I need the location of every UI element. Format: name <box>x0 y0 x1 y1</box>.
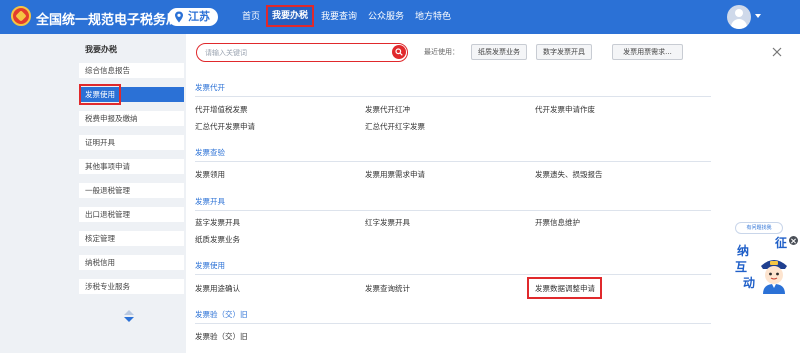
sidebar-item-assessment[interactable]: 核定管理 <box>79 231 184 246</box>
section-divider <box>195 96 711 97</box>
section-divider <box>195 274 711 275</box>
link-highlight-box <box>527 277 602 299</box>
sidebar-title: 我要办税 <box>85 45 117 54</box>
scroll-down-icon[interactable] <box>124 317 134 322</box>
mascot-char-dong: 动 <box>743 276 756 290</box>
section-title-proxy-issue: 发票代开 <box>195 83 225 92</box>
section-divider <box>195 323 711 324</box>
search-button[interactable] <box>392 45 406 59</box>
section-divider <box>195 161 711 162</box>
recent-invoice-demand-button[interactable]: 发票用票需求... <box>612 44 683 60</box>
search-icon <box>395 48 403 56</box>
mascot-bubble[interactable]: 有问题找我 <box>735 222 783 234</box>
link-invoice-query-stats[interactable]: 发票查询统计 <box>365 283 410 294</box>
recent-digital-invoice-button[interactable]: 数字发票开具 <box>536 44 592 60</box>
sidebar-item-tax-refund[interactable]: 一般退税管理 <box>79 183 184 198</box>
tax-emblem-logo <box>11 6 31 26</box>
recent-paper-invoice-button[interactable]: 纸质发票业务 <box>471 44 527 60</box>
close-icon[interactable] <box>772 47 782 57</box>
sidebar: 我要办税 综合信息报告 发票使用 税费申报及缴纳 证明开具 其他事项申请 一般退… <box>0 34 185 353</box>
sidebar-highlight-box <box>79 84 121 105</box>
sidebar-item-info-report[interactable]: 综合信息报告 <box>79 63 184 78</box>
region-selector[interactable]: 江苏 <box>168 8 218 26</box>
sidebar-item-tax-credit[interactable]: 纳税信用 <box>79 255 184 270</box>
sidebar-item-export-refund[interactable]: 出口退税管理 <box>79 207 184 222</box>
nav-local-features[interactable]: 地方特色 <box>415 0 451 34</box>
mascot-close-icon[interactable] <box>789 236 798 245</box>
link-proxy-vat-invoice[interactable]: 代开增值税发票 <box>195 104 248 115</box>
assistant-mascot[interactable]: 有问题找我 征 纳 互 动 <box>735 222 800 297</box>
sidebar-item-certificate[interactable]: 证明开具 <box>79 135 184 150</box>
link-invoice-verify-old[interactable]: 发票验（交）旧 <box>195 331 248 342</box>
link-invoice-loss-report[interactable]: 发票遗失、损毁报告 <box>535 169 603 180</box>
section-title-invoice-issue: 发票开具 <box>195 197 225 206</box>
link-red-invoice-issue[interactable]: 红字发票开具 <box>365 217 410 228</box>
link-invoice-demand[interactable]: 发票用票需求申请 <box>365 169 425 180</box>
link-summary-proxy-red[interactable]: 汇总代开红字发票 <box>365 121 425 132</box>
service-panel: 最近使用： 纸质发票业务 数字发票开具 发票用票需求... 发票代开 代开增值税… <box>186 34 800 353</box>
chevron-down-icon[interactable] <box>755 14 761 18</box>
nav-handle-tax[interactable]: 我要办税 <box>266 5 315 27</box>
mascot-char-zheng: 征 <box>775 236 788 250</box>
search-input[interactable] <box>205 47 385 58</box>
sidebar-item-tax-declaration[interactable]: 税费申报及缴纳 <box>79 111 184 126</box>
sidebar-item-other-requests[interactable]: 其他事项申请 <box>79 159 184 174</box>
link-paper-invoice-business[interactable]: 纸质发票业务 <box>195 234 240 245</box>
sidebar-item-professional-service[interactable]: 涉税专业服务 <box>79 279 184 294</box>
user-avatar-icon[interactable] <box>727 5 751 29</box>
link-blue-invoice-issue[interactable]: 蓝字发票开具 <box>195 217 240 228</box>
scroll-up-icon[interactable] <box>124 310 134 315</box>
mascot-char-hu: 互 <box>735 260 748 274</box>
link-proxy-red-reversal[interactable]: 发票代开红冲 <box>365 104 410 115</box>
mascot-char-na: 纳 <box>737 244 750 258</box>
link-proxy-void-request[interactable]: 代开发票申请作废 <box>535 104 595 115</box>
location-pin-icon <box>175 11 183 23</box>
section-divider <box>195 210 711 211</box>
nav-public-service[interactable]: 公众服务 <box>368 0 404 34</box>
top-header: 全国统一规范电子税务局 江苏 首页 我要办税 我要查询 公众服务 地方特色 <box>0 0 800 34</box>
link-invoice-collect[interactable]: 发票领用 <box>195 169 225 180</box>
section-title-invoice-use: 发票使用 <box>195 261 225 270</box>
link-summary-proxy-request[interactable]: 汇总代开发票申请 <box>195 121 255 132</box>
nav-home[interactable]: 首页 <box>242 0 260 34</box>
site-title[interactable]: 全国统一规范电子税务局 <box>36 9 179 28</box>
section-title-invoice-check: 发票查验 <box>195 148 225 157</box>
region-label: 江苏 <box>188 10 210 23</box>
link-invoice-purpose-confirm[interactable]: 发票用途确认 <box>195 283 240 294</box>
recent-label: 最近使用： <box>424 48 459 56</box>
police-mascot-icon <box>761 260 787 294</box>
search-box <box>196 43 408 62</box>
section-title-invoice-verify-old: 发票验（交）旧 <box>195 310 248 319</box>
link-billing-info-maintain[interactable]: 开票信息维护 <box>535 217 580 228</box>
nav-query[interactable]: 我要查询 <box>321 0 357 34</box>
